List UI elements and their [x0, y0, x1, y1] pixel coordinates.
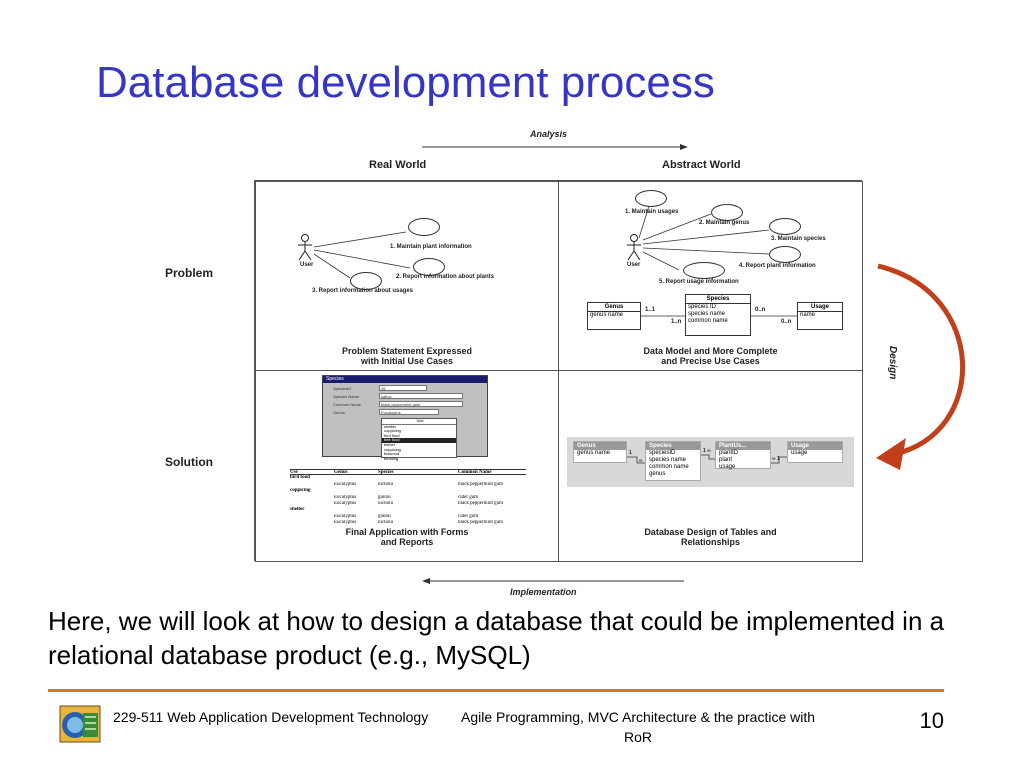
- relationship-label: ∞: [639, 458, 643, 464]
- diagram-grid: User 1. Maintain plant information 2. Re…: [254, 180, 863, 562]
- cell-data-model: User 1. Maintain usages 2. Maintain genu…: [558, 181, 863, 371]
- footer-topic: Agile Programming, MVC Architecture & th…: [460, 709, 816, 745]
- cell-final-application: Species SpeciesID 26 Species Name sativa…: [255, 370, 559, 562]
- footer-divider: [48, 689, 944, 692]
- report-cell: Eucalyptus: [334, 520, 357, 526]
- design-arrow: [876, 263, 966, 470]
- form-field: Eucalyptus: [379, 409, 439, 415]
- species-form-window: Species SpeciesID 26 Species Name sativa…: [322, 375, 488, 460]
- university-logo-icon: [59, 705, 101, 743]
- use-case-label: 3. Report information about usages: [312, 288, 414, 294]
- er-relationship-lines: [641, 315, 797, 317]
- db-relationship-lines: [627, 454, 787, 464]
- relationship-label: 1 ∞: [703, 448, 711, 454]
- row-label-problem: Problem: [165, 266, 214, 280]
- multiplicity-label: 0..n: [781, 319, 792, 325]
- form-field: 26: [379, 385, 427, 391]
- use-case-oval: [408, 218, 440, 236]
- body-text: Here, we will look at how to design a da…: [48, 606, 945, 670]
- design-label: Design: [887, 346, 898, 380]
- implementation-arrow: [422, 578, 684, 584]
- report-cell: nicholii: [378, 520, 394, 526]
- analysis-label: Analysis: [530, 129, 568, 139]
- use-list-item: bedding: [384, 455, 399, 461]
- report-header-cell: Common Name: [458, 470, 492, 475]
- use-case-label: 1. Maintain plant information: [390, 244, 472, 250]
- footer-course-title: 229-511 Web Application Development Tech…: [113, 709, 429, 725]
- report-cell: [290, 520, 334, 526]
- multiplicity-label: 1..n: [671, 319, 682, 325]
- form-label: Genus: [333, 410, 345, 415]
- column-header-real-world: Real World: [369, 159, 427, 171]
- form-field: black peppermint gum: [379, 401, 463, 407]
- form-label: SpeciesID: [333, 386, 352, 391]
- multiplicity-label: 1..1: [645, 307, 656, 313]
- column-header-abstract-world: Abstract World: [662, 159, 741, 171]
- cell-problem-statement: User 1. Maintain plant information 2. Re…: [255, 181, 559, 371]
- row-label-solution: Solution: [165, 455, 213, 469]
- cell-caption: Database Design of Tables and Relationsh…: [644, 527, 777, 547]
- cell-caption: Data Model and More Complete and Precise…: [643, 346, 778, 366]
- report-header-cell: Genus: [334, 470, 348, 475]
- slide-number: 10: [919, 708, 944, 733]
- form-label: Common Name: [333, 402, 362, 407]
- cell-caption: Final Application with Forms and Reports: [345, 527, 469, 547]
- cell-caption: Problem Statement Expressed with Initial…: [341, 346, 473, 366]
- cell-database-design: Genus genus name Species speciesID speci…: [558, 370, 863, 562]
- use-case-label: 2. Report information about plants: [396, 274, 495, 280]
- report-header-cell: Species: [378, 470, 394, 475]
- report-cell: black peppermint gum: [458, 520, 503, 526]
- form-title-bar: Species: [323, 376, 487, 383]
- usage-report: Use Genus Species Common Name bird food …: [290, 469, 526, 527]
- report-row: Eucalyptus nicholii black peppermint gum: [290, 520, 526, 526]
- use-list: Use shelter coppicing bird food bee food…: [381, 418, 457, 460]
- relationship-label: ∞ 1: [772, 456, 780, 462]
- form-label: Species Name: [333, 394, 360, 399]
- multiplicity-label: 0..n: [755, 307, 766, 313]
- form-field: sativa: [379, 393, 463, 399]
- implementation-label: Implementation: [510, 587, 577, 597]
- analysis-arrow: [422, 144, 688, 150]
- slide-title: Database development process: [96, 58, 715, 107]
- relationship-label: 1: [629, 450, 632, 456]
- report-header-cell: Use: [290, 470, 298, 475]
